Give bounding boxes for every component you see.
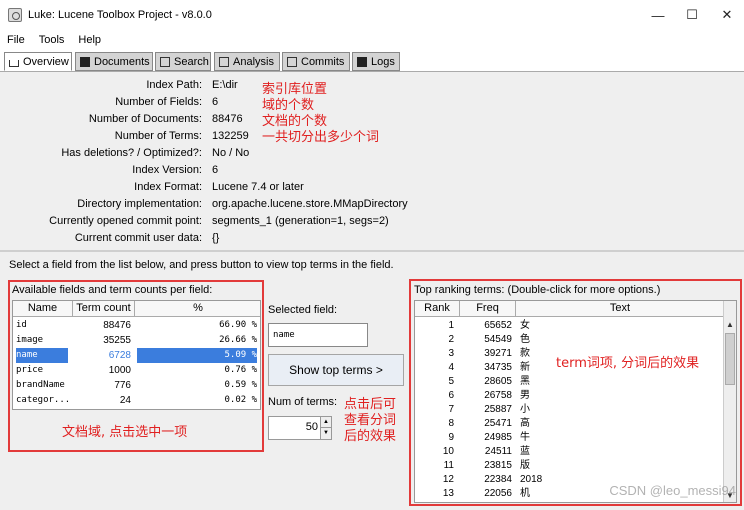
annotation-terms: term词项, 分词后的效果 <box>556 356 700 371</box>
term-row[interactable]: 2 54549 色 <box>415 332 725 347</box>
logs-icon <box>357 56 367 67</box>
term-row[interactable]: 6 26758 男 <box>415 388 725 403</box>
value-commit-user-data: {} <box>212 232 220 244</box>
selected-field-input[interactable]: name <box>268 323 368 347</box>
maximize-button[interactable]: ☐ <box>675 0 709 30</box>
label-num-terms: Number of Terms: <box>114 130 202 142</box>
tab-analysis[interactable]: Analysis <box>214 52 280 71</box>
value-commit-point: segments_1 (generation=1, segs=2) <box>212 215 389 227</box>
show-top-terms-button[interactable]: Show top terms > <box>268 354 404 386</box>
tab-documents[interactable]: Documents <box>75 52 153 71</box>
title-bar: Luke: Lucene Toolbox Project - v8.0.0 <box>0 0 744 30</box>
annotation-fields: 文档域, 点击选中一项 <box>62 425 188 440</box>
label-num-documents: Number of Documents: <box>88 113 202 125</box>
label-index-format: Index Format: <box>134 181 202 193</box>
term-row[interactable]: 10 24511 蓝 <box>415 444 725 459</box>
value-index-version: 6 <box>212 164 219 176</box>
value-directory-impl: org.apache.lucene.store.MMapDirectory <box>212 198 408 210</box>
label-deletions: Has deletions? / Optimized?: <box>61 147 202 159</box>
value-index-path: E:\dir <box>212 79 238 91</box>
minimize-button[interactable]: — <box>641 0 675 30</box>
menu-file[interactable]: File <box>0 34 32 46</box>
term-row[interactable]: 5 28605 黑 <box>415 374 725 389</box>
fields-panel-title: Available fields and term counts per fie… <box>12 284 213 296</box>
value-deletions: No / No <box>212 147 250 159</box>
col-header-term-count[interactable]: Term count <box>73 301 135 317</box>
instruction-text: Select a field from the list below, and … <box>9 259 394 271</box>
menu-bar: File Tools Help <box>0 30 744 50</box>
num-terms-value: 50 <box>305 421 318 433</box>
num-terms-label: Num of terms: <box>268 396 338 408</box>
csdn-watermark: CSDN @leo_messi94 <box>609 483 736 498</box>
menu-tools[interactable]: Tools <box>32 34 72 46</box>
scroll-up-icon[interactable]: ▲ <box>724 318 736 331</box>
tab-search[interactable]: Search <box>155 52 211 71</box>
field-row-category[interactable]: categor... 24 0.02 % <box>13 393 260 408</box>
term-row[interactable]: 7 25887 小 <box>415 402 725 417</box>
col-header-name[interactable]: Name <box>13 301 73 317</box>
tab-overview[interactable]: Overview <box>4 52 72 71</box>
label-index-version: Index Version: <box>132 164 202 176</box>
search-icon <box>160 56 170 67</box>
col-header-rank[interactable]: Rank <box>415 301 460 317</box>
terms-table: Rank Freq Text 1 65652 女 2 54549 色 3 392… <box>414 300 737 503</box>
fields-table: Name Term count % id 88476 66.90 % image… <box>12 300 261 410</box>
col-header-percent[interactable]: % <box>135 301 260 317</box>
tab-logs[interactable]: Logs <box>352 52 400 71</box>
annotation-button-line-3: 后的效果 <box>344 429 397 444</box>
label-directory-impl: Directory implementation: <box>77 198 202 210</box>
scroll-thumb[interactable] <box>725 333 735 385</box>
home-icon <box>9 59 19 67</box>
commits-icon <box>287 56 297 67</box>
menu-help[interactable]: Help <box>71 34 108 46</box>
label-index-path: Index Path: <box>146 79 202 91</box>
field-row-price[interactable]: price 1000 0.76 % <box>13 363 260 378</box>
col-header-freq[interactable]: Freq <box>460 301 516 317</box>
document-icon <box>80 56 90 67</box>
value-num-terms: 132259 <box>212 130 249 142</box>
col-header-text[interactable]: Text <box>516 301 725 317</box>
term-row[interactable]: 9 24985 牛 <box>415 430 725 445</box>
field-row-name-selected[interactable]: name 6728 5.09 % <box>13 348 260 363</box>
annotation-num-terms: 一共切分出多少个词 <box>262 130 380 145</box>
field-row-brandname[interactable]: brandName 776 0.59 % <box>13 378 260 393</box>
term-row[interactable]: 8 25471 高 <box>415 416 725 431</box>
term-row[interactable]: 1 65652 女 <box>415 318 725 333</box>
spinner-up-icon[interactable]: ▲ <box>320 417 331 428</box>
terms-scrollbar[interactable]: ▲ ▼ <box>723 301 736 502</box>
terms-panel-title: Top ranking terms: (Double-click for mor… <box>414 284 661 296</box>
term-row[interactable]: 11 23815 版 <box>415 458 725 473</box>
field-row-id[interactable]: id 88476 66.90 % <box>13 318 260 333</box>
value-num-fields: 6 <box>212 96 219 108</box>
app-icon <box>8 8 22 22</box>
label-commit-user-data: Current commit user data: <box>74 232 202 244</box>
field-row-image[interactable]: image 35255 26.66 % <box>13 333 260 348</box>
value-num-documents: 88476 <box>212 113 243 125</box>
spinner-down-icon[interactable]: ▼ <box>320 428 331 439</box>
num-terms-spinner[interactable]: 50 ▲ ▼ <box>268 416 332 440</box>
analysis-icon <box>219 56 229 67</box>
value-index-format: Lucene 7.4 or later <box>212 181 304 193</box>
selected-field-label: Selected field: <box>268 304 338 316</box>
close-button[interactable]: ✕ <box>710 0 744 30</box>
tab-commits[interactable]: Commits <box>282 52 350 71</box>
window-title: Luke: Lucene Toolbox Project - v8.0.0 <box>28 9 212 21</box>
label-commit-point: Currently opened commit point: <box>49 215 202 227</box>
tab-bar: Overview Documents Search Analysis Commi… <box>0 52 744 71</box>
label-num-fields: Number of Fields: <box>115 96 202 108</box>
